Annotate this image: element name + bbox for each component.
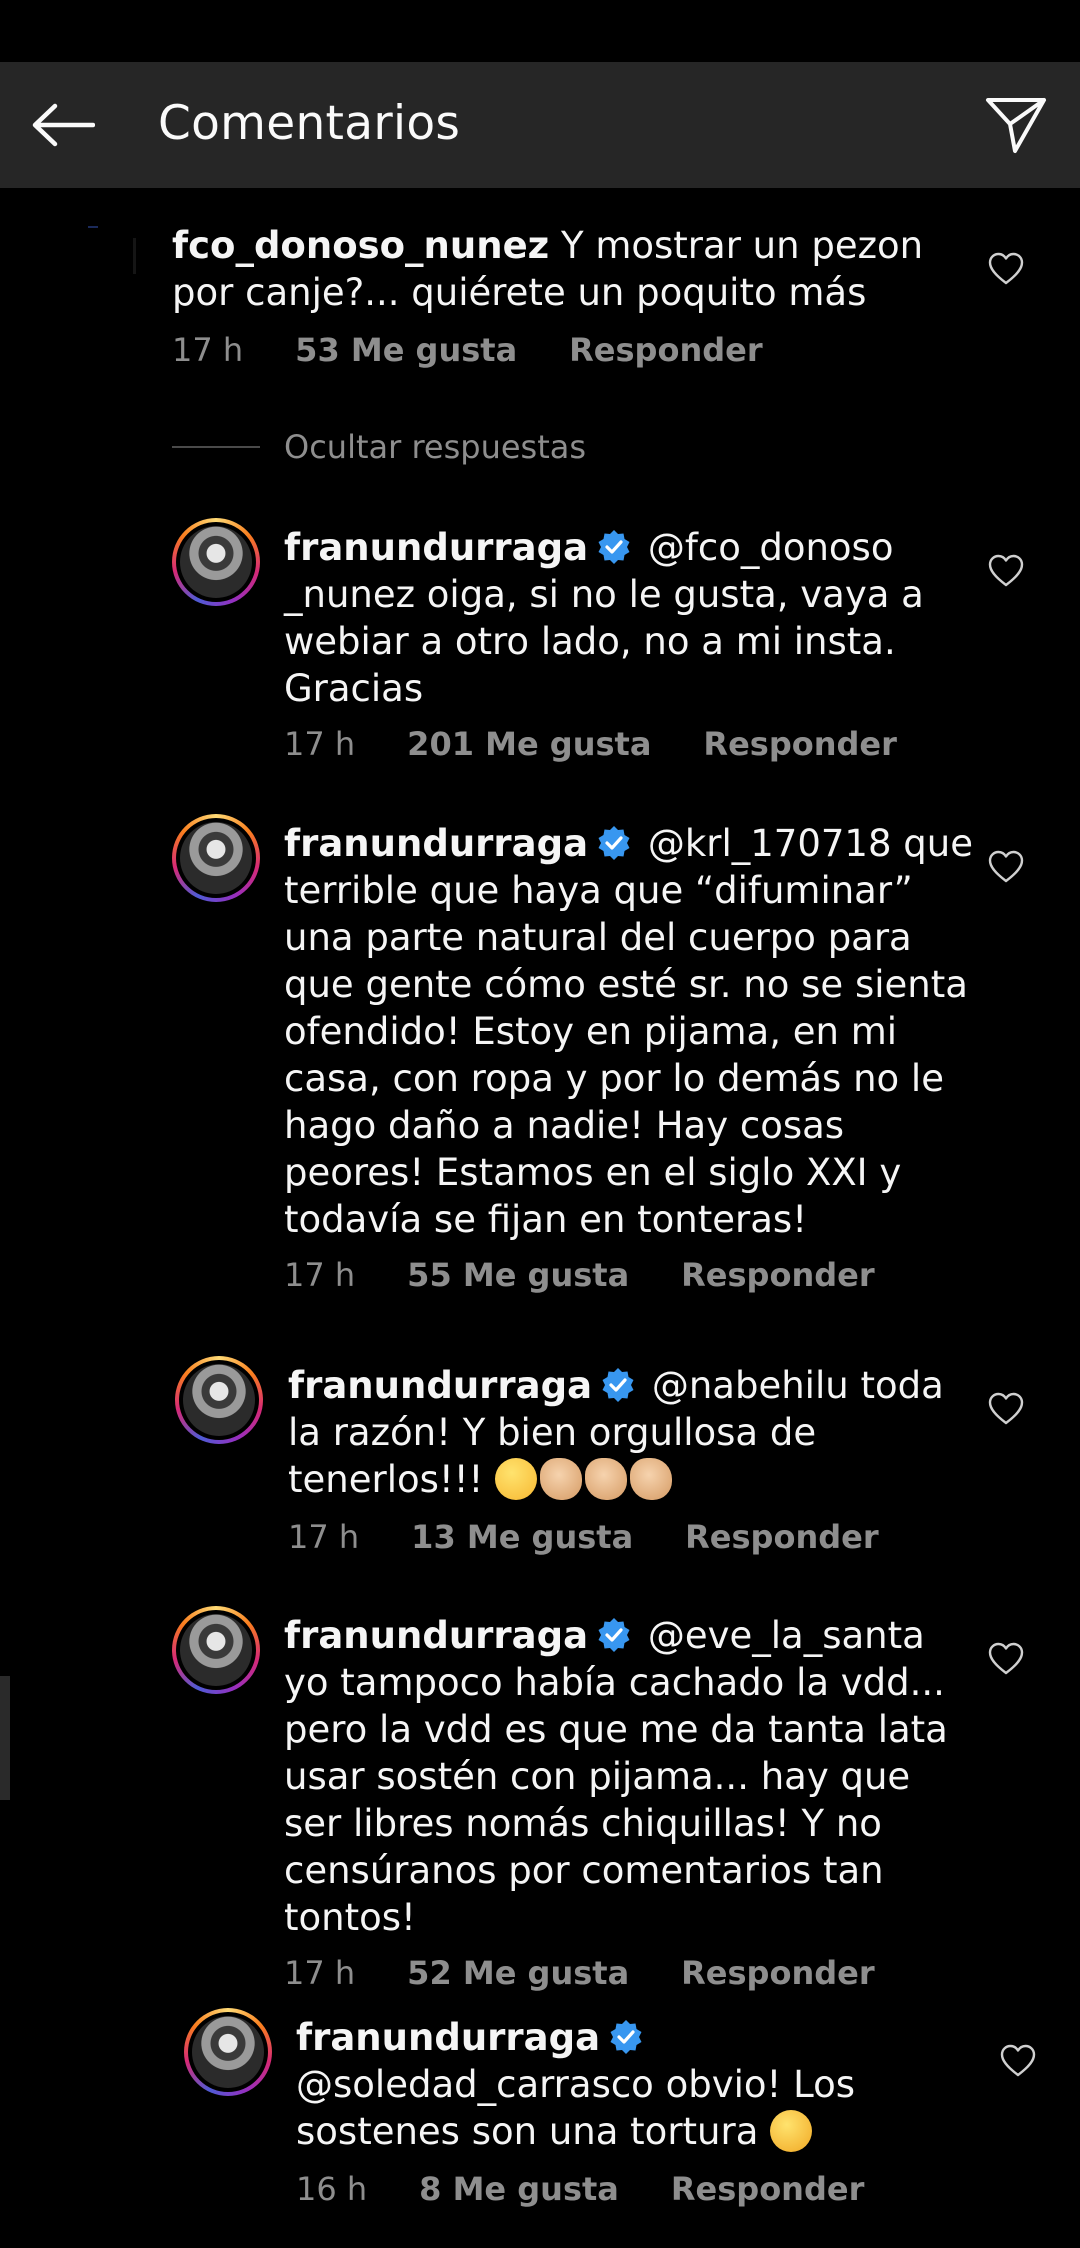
verified-badge-icon <box>598 530 630 564</box>
hide-replies-label: Ocultar respuestas <box>284 428 587 466</box>
comment-meta: 17 h 13 Me gusta Responder <box>288 1517 978 1557</box>
share-button[interactable] <box>980 92 1052 158</box>
reply-item: franundurraga @nabehilu toda la razón! Y… <box>288 1362 978 1557</box>
reply-button[interactable]: Responder <box>671 2170 864 2208</box>
comment-time: 17 h <box>284 725 356 763</box>
comment-item: fco_donoso_nunez Y mostrar un pezon por … <box>172 222 952 370</box>
comment-time: 17 h <box>284 1256 356 1294</box>
comment-meta: 16 h 8 Me gusta Responder <box>296 2169 986 2209</box>
reply-button[interactable]: Responder <box>703 725 896 763</box>
comment-meta: 17 h 53 Me gusta Responder <box>172 330 952 370</box>
reply-button[interactable]: Responder <box>681 1256 874 1294</box>
clapping-hands-emoji <box>540 1458 583 1500</box>
verified-badge-icon <box>602 1368 634 1402</box>
verified-badge-icon <box>598 826 630 860</box>
divider <box>172 446 260 448</box>
edge-scrollbar[interactable] <box>0 1676 10 1800</box>
heart-outline-icon[interactable] <box>988 850 1024 884</box>
heart-outline-icon[interactable] <box>1000 2044 1036 2078</box>
heart-outline-icon[interactable] <box>988 1392 1024 1426</box>
reply-button[interactable]: Responder <box>681 1954 874 1992</box>
verified-badge-icon <box>610 2020 642 2054</box>
app-bar: Comentarios <box>0 62 1080 188</box>
comment-time: 17 h <box>284 1954 356 1992</box>
status-bar <box>0 0 1080 62</box>
comment-meta: 17 h 55 Me gusta Responder <box>284 1255 974 1295</box>
heart-outline-icon[interactable] <box>988 554 1024 588</box>
back-button[interactable] <box>28 92 98 158</box>
smiling-face-emoji <box>495 1458 538 1500</box>
comment-username[interactable]: franundurraga <box>284 822 588 865</box>
comment-body: @eve_la_santa yo tampoco había cachado l… <box>284 1614 948 1939</box>
comment-username[interactable]: franundurraga <box>296 2016 600 2059</box>
comment-time: 16 h <box>296 2170 368 2208</box>
page-title: Comentarios <box>158 96 461 151</box>
reply-item: franundurraga @fco_donoso _nunez oiga, s… <box>284 524 974 764</box>
comment-text-block: franundurraga @eve_la_santa yo tampoco h… <box>284 1612 974 1941</box>
persevering-face-emoji <box>770 2110 813 2152</box>
hide-replies-toggle[interactable]: Ocultar respuestas <box>172 428 586 466</box>
reply-button[interactable]: Responder <box>685 1518 878 1556</box>
avatar[interactable] <box>184 2008 272 2096</box>
scroll-indicator <box>88 226 98 228</box>
comment-likes[interactable]: 53 Me gusta <box>295 331 517 369</box>
arrow-left-icon <box>32 103 95 147</box>
comment-text-block: franundurraga @fco_donoso _nunez oiga, s… <box>284 524 974 712</box>
comment-username[interactable]: franundurraga <box>284 1614 588 1657</box>
comment-likes[interactable]: 201 Me gusta <box>407 725 651 763</box>
comment-likes[interactable]: 13 Me gusta <box>411 1518 633 1556</box>
emoji-row <box>495 1458 675 1501</box>
comment-likes[interactable]: 8 Me gusta <box>419 2170 619 2208</box>
paper-plane-icon <box>986 98 1046 153</box>
comment-text-block: franundurraga @soledad_carrasco obvio! L… <box>296 2014 986 2155</box>
avatar[interactable] <box>172 814 260 902</box>
comment-body: @krl_170718 que terrible que haya que “d… <box>284 822 973 1241</box>
comment-meta: 17 h 201 Me gusta Responder <box>284 724 974 764</box>
comment-username[interactable]: fco_donoso_nunez <box>172 224 549 267</box>
comment-text-block: franundurraga @nabehilu toda la razón! Y… <box>288 1362 978 1503</box>
reply-button[interactable]: Responder <box>569 331 762 369</box>
avatar[interactable] <box>175 1356 263 1444</box>
comment-likes[interactable]: 52 Me gusta <box>407 1954 629 1992</box>
comment-time: 17 h <box>172 331 244 369</box>
clapping-hands-emoji <box>585 1458 628 1500</box>
comment-text-block: franundurraga @krl_170718 que terrible q… <box>284 820 974 1243</box>
reply-item: franundurraga @krl_170718 que terrible q… <box>284 820 974 1295</box>
thread-line <box>133 238 136 274</box>
comment-username[interactable]: franundurraga <box>288 1364 592 1407</box>
reply-item: franundurraga @soledad_carrasco obvio! L… <box>296 2014 986 2209</box>
clapping-hands-emoji <box>630 1458 673 1500</box>
comment-likes[interactable]: 55 Me gusta <box>407 1256 629 1294</box>
verified-badge-icon <box>598 1618 630 1652</box>
comment-time: 17 h <box>288 1518 360 1556</box>
heart-outline-icon[interactable] <box>988 252 1024 286</box>
avatar[interactable] <box>172 518 260 606</box>
avatar[interactable] <box>172 1606 260 1694</box>
comment-meta: 17 h 52 Me gusta Responder <box>284 1953 974 1993</box>
comment-username[interactable]: franundurraga <box>284 526 588 569</box>
heart-outline-icon[interactable] <box>988 1642 1024 1676</box>
reply-item: franundurraga @eve_la_santa yo tampoco h… <box>284 1612 974 1993</box>
comment-text-block: fco_donoso_nunez Y mostrar un pezon por … <box>172 222 952 316</box>
